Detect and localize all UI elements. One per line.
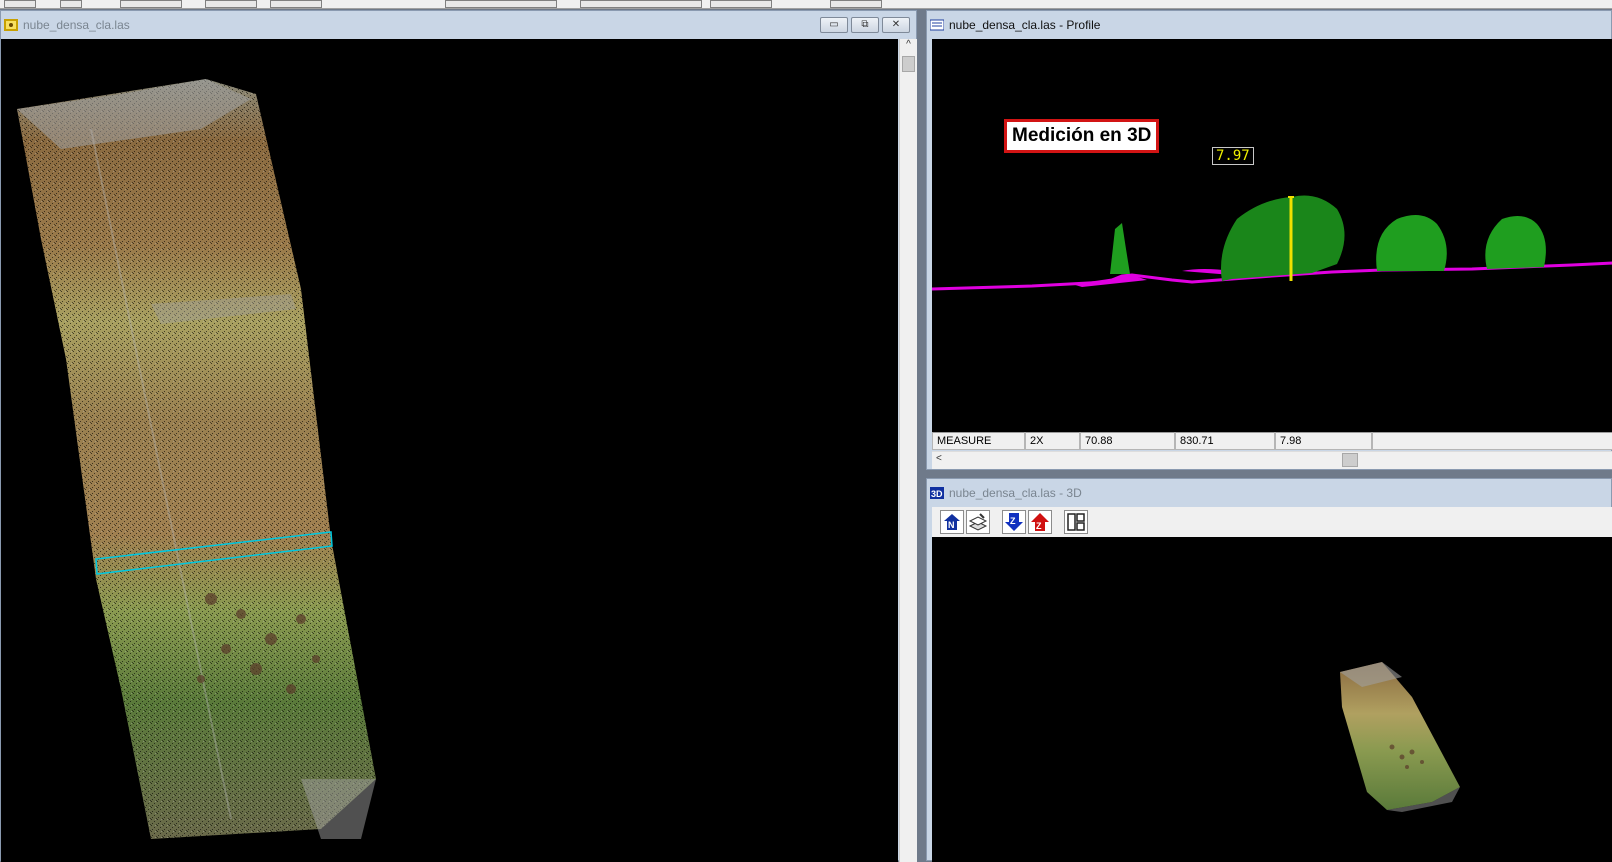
layers-icon xyxy=(968,513,988,531)
toolbar-button[interactable] xyxy=(120,0,182,8)
profile-statusbar: MEASURE 2X 70.88 830.71 7.98 xyxy=(932,432,1612,450)
layers-button[interactable] xyxy=(966,510,990,534)
main-toolbar xyxy=(0,0,1612,9)
restore-button[interactable]: ⧉ xyxy=(851,17,879,33)
profile-icon xyxy=(930,19,944,31)
view3d-toolbar: N Z Z xyxy=(932,507,1612,537)
plan-view-canvas[interactable] xyxy=(1,39,898,862)
toolbar-button[interactable] xyxy=(830,0,882,8)
svg-text:3D: 3D xyxy=(931,489,943,499)
point-cloud-icon xyxy=(4,19,18,31)
profile-canvas[interactable]: Medición en 3D 7.97 xyxy=(932,39,1612,432)
status-zoom: 2X xyxy=(1025,432,1080,450)
profile-points xyxy=(932,195,1612,291)
svg-text:N: N xyxy=(948,520,955,530)
svg-text:Z: Z xyxy=(1010,516,1016,526)
view3d-window: 3D nube_densa_cla.las - 3D N Z Z xyxy=(926,478,1612,862)
profile-horizontal-scrollbar[interactable]: < xyxy=(932,451,1612,469)
status-mode: MEASURE xyxy=(932,432,1025,450)
status-distance: 70.88 xyxy=(1080,432,1175,450)
minimize-button[interactable]: ▭ xyxy=(820,17,848,33)
profile-titlebar[interactable]: nube_densa_cla.las - Profile xyxy=(927,11,1611,39)
toolbar-button[interactable] xyxy=(4,0,36,8)
scroll-left-arrow[interactable]: < xyxy=(936,453,942,464)
north-up-button[interactable]: N xyxy=(940,510,964,534)
plan-view-window: nube_densa_cla.las ▭ ⧉ ✕ ^ xyxy=(0,10,917,862)
profile-window: nube_densa_cla.las - Profile Medición en… xyxy=(926,10,1612,470)
close-button[interactable]: ✕ xyxy=(882,17,910,33)
status-elevation: 830.71 xyxy=(1175,432,1275,450)
toolbar-button[interactable] xyxy=(205,0,257,8)
svg-text:Z: Z xyxy=(1036,521,1042,531)
view3d-canvas[interactable] xyxy=(932,537,1612,862)
toolbar-button[interactable] xyxy=(270,0,322,8)
z-up-button[interactable]: Z xyxy=(1028,510,1052,534)
status-extra xyxy=(1372,432,1612,450)
plan-view-title: nube_densa_cla.las xyxy=(23,18,130,32)
view3d-title: nube_densa_cla.las - 3D xyxy=(949,486,1082,500)
measurement-callout: Medición en 3D xyxy=(1004,119,1160,153)
z-down-button[interactable]: Z xyxy=(1002,510,1026,534)
scroll-up-arrow[interactable]: ^ xyxy=(900,39,917,50)
split-view-button[interactable] xyxy=(1064,510,1088,534)
toolbar-button[interactable] xyxy=(580,0,702,8)
3d-icon: 3D xyxy=(930,487,944,499)
toolbar-button[interactable] xyxy=(710,0,772,8)
plan-view-titlebar[interactable]: nube_densa_cla.las xyxy=(1,11,916,39)
toolbar-button[interactable] xyxy=(445,0,557,8)
point-cloud-3d xyxy=(1340,662,1460,812)
north-house-icon: N xyxy=(944,514,960,530)
view3d-titlebar[interactable]: 3D nube_densa_cla.las - 3D xyxy=(927,479,1611,507)
plan-vertical-scrollbar[interactable]: ^ xyxy=(899,39,917,862)
scroll-thumb[interactable] xyxy=(902,56,915,72)
z-down-arrow-icon: Z xyxy=(1005,513,1023,531)
point-cloud-plan xyxy=(17,79,376,839)
split-view-icon xyxy=(1067,513,1085,531)
toolbar-button[interactable] xyxy=(60,0,82,8)
profile-title: nube_densa_cla.las - Profile xyxy=(949,18,1101,32)
status-height: 7.98 xyxy=(1275,432,1372,450)
scroll-thumb[interactable] xyxy=(1342,453,1358,467)
z-up-arrow-icon: Z xyxy=(1031,513,1049,531)
measure-value-label: 7.97 xyxy=(1212,147,1254,165)
